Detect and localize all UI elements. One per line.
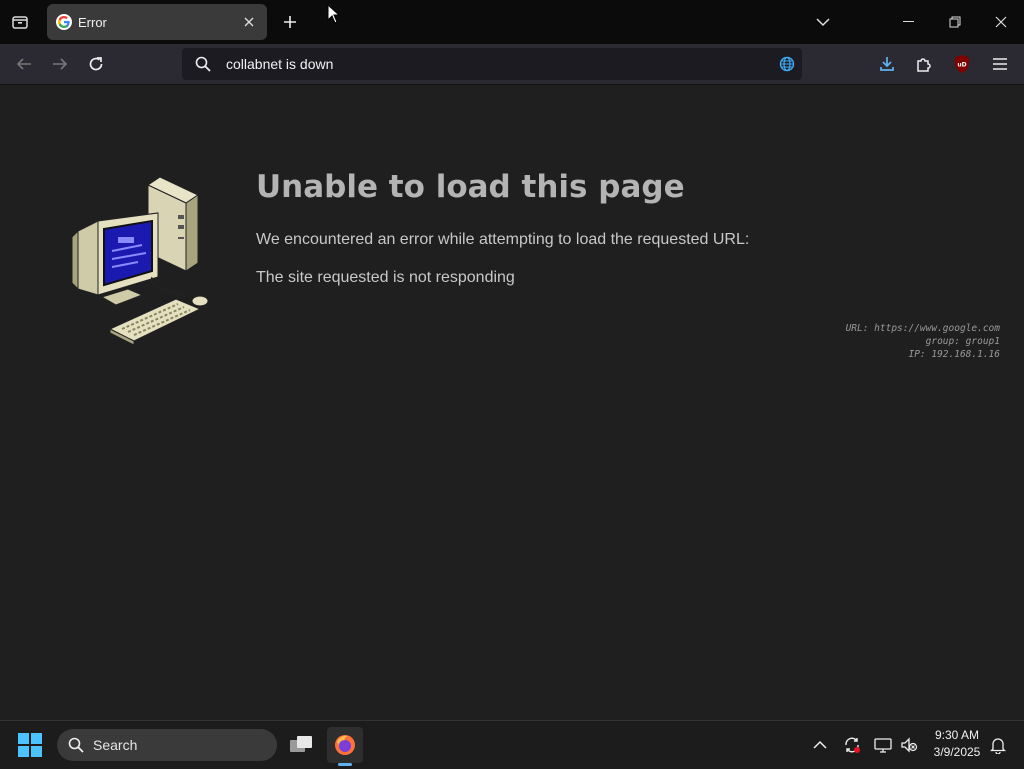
computer-illustration (68, 176, 213, 347)
google-g-icon (56, 14, 72, 30)
chevron-up-icon[interactable] (808, 733, 832, 757)
tab-list-icon[interactable] (8, 10, 32, 34)
plus-icon[interactable] (278, 10, 302, 34)
volume-muted-icon[interactable] (897, 733, 921, 757)
globe-icon[interactable] (778, 55, 796, 73)
tab-close-icon[interactable] (237, 10, 261, 34)
page-content: Unable to load this page We encountered … (0, 85, 1024, 720)
address-bar[interactable]: collabnet is down (182, 48, 802, 80)
address-input[interactable]: collabnet is down (226, 56, 778, 72)
request-group: group: group1 (925, 336, 1000, 347)
navigation-toolbar: collabnet is down uD (0, 44, 1024, 85)
clock[interactable]: 9:30 AM 3/9/2025 (926, 727, 988, 761)
tab-title: Error (78, 14, 107, 30)
firefox-icon[interactable] (327, 727, 363, 763)
back-arrow-icon[interactable] (12, 52, 36, 76)
forward-arrow-icon[interactable] (48, 52, 72, 76)
ublock-icon[interactable]: uD (950, 52, 974, 76)
search-icon (194, 55, 212, 73)
clock-date: 3/9/2025 (933, 745, 981, 759)
tab-active[interactable]: Error (47, 4, 267, 40)
window-controls (800, 0, 1024, 44)
taskbar: Search 9:30 AM 3/9/2025 (0, 720, 1024, 769)
windows-start-icon[interactable] (18, 733, 42, 757)
reload-icon[interactable] (84, 52, 108, 76)
hamburger-icon[interactable] (988, 52, 1012, 76)
close-icon[interactable] (978, 0, 1024, 44)
chevron-down-icon[interactable] (800, 0, 846, 44)
notification-bell-icon[interactable] (986, 733, 1010, 757)
error-description: We encountered an error while attempting… (256, 231, 750, 248)
restore-icon[interactable] (932, 0, 978, 44)
network-icon[interactable] (871, 733, 895, 757)
request-url: URL: https://www.google.com (845, 323, 1000, 334)
tab-bar: Error (0, 0, 1024, 44)
clock-time: 9:30 AM (934, 728, 980, 742)
puzzle-icon[interactable] (912, 52, 936, 76)
error-reason: The site requested is not responding (256, 269, 515, 286)
task-view-icon[interactable] (283, 727, 319, 763)
minimize-icon[interactable] (886, 0, 932, 44)
mouse-cursor-icon (327, 4, 341, 24)
download-icon[interactable] (875, 52, 899, 76)
search-icon (67, 736, 85, 754)
page-title: Unable to load this page (256, 169, 685, 205)
taskbar-search-label: Search (93, 737, 138, 753)
active-app-indicator (338, 763, 352, 766)
request-ip: IP: 192.168.1.16 (908, 349, 1000, 360)
taskbar-search[interactable]: Search (57, 729, 277, 761)
svg-text:uD: uD (957, 62, 966, 69)
sync-icon[interactable] (840, 733, 864, 757)
request-details: URL: https://www.google.com group: group… (846, 322, 1000, 361)
